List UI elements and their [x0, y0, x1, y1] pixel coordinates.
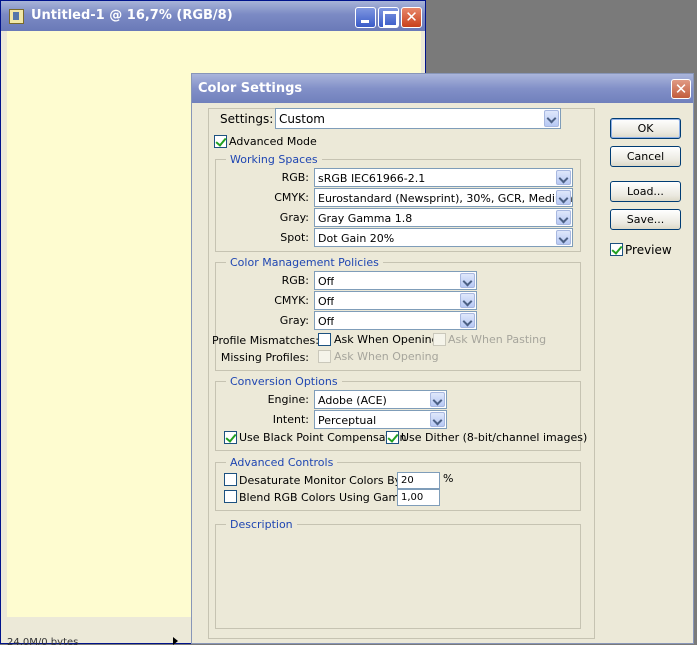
policy-cmyk-label: CMYK:	[274, 294, 309, 307]
black-point-label[interactable]: Use Black Point Compensation	[239, 431, 407, 444]
policy-rgb-select[interactable]: Off	[314, 271, 477, 290]
mismatch-ask-pasting-checkbox	[433, 333, 446, 346]
policy-cmyk-value: Off	[318, 295, 335, 308]
dialog-title: Color Settings	[198, 81, 303, 96]
policy-rgb-value: Off	[318, 275, 335, 288]
mismatch-ask-opening-label[interactable]: Ask When Opening	[334, 333, 439, 346]
ws-rgb-label: RGB:	[281, 171, 309, 184]
blend-gamma-value-field[interactable]	[398, 490, 439, 505]
intent-label: Intent:	[272, 413, 309, 426]
policy-gray-label: Gray:	[279, 314, 309, 327]
ws-gray-value: Gray Gamma 1.8	[318, 212, 413, 225]
settings-value: Custom	[279, 112, 325, 126]
black-point-checkbox[interactable]	[224, 431, 237, 444]
conversion-options-title: Conversion Options	[226, 375, 342, 388]
advanced-mode-label[interactable]: Advanced Mode	[229, 135, 317, 148]
blend-gamma-input[interactable]	[397, 489, 440, 506]
dialog-title-bar[interactable]: Color Settings ✕	[192, 74, 693, 103]
close-icon: ✕	[674, 80, 688, 98]
advanced-mode-checkbox[interactable]	[214, 135, 227, 148]
policy-gray-value: Off	[318, 315, 335, 328]
ws-rgb-value: sRGB IEC61966-2.1	[318, 172, 426, 185]
intent-select[interactable]: Perceptual	[314, 410, 447, 429]
color-settings-dialog: Color Settings ✕ Settings: Custom Advanc…	[191, 73, 694, 644]
desaturate-unit: %	[443, 472, 454, 485]
ok-button[interactable]: OK	[610, 118, 681, 139]
ws-cmyk-label: CMYK:	[274, 191, 309, 204]
chevron-down-icon[interactable]	[460, 293, 475, 308]
engine-select[interactable]: Adobe (ACE)	[314, 390, 447, 409]
engine-value: Adobe (ACE)	[318, 394, 387, 407]
chevron-down-icon[interactable]	[556, 230, 571, 245]
load-button[interactable]: Load...	[610, 181, 681, 202]
ws-spot-select[interactable]: Dot Gain 20%	[314, 228, 573, 247]
policies-title: Color Management Policies	[226, 256, 383, 269]
mismatch-ask-opening-checkbox[interactable]	[318, 333, 331, 346]
chevron-down-icon[interactable]	[556, 190, 571, 205]
desaturate-checkbox[interactable]	[224, 473, 237, 486]
chevron-down-icon[interactable]	[430, 392, 445, 407]
intent-value: Perceptual	[318, 414, 377, 427]
desaturate-value-field[interactable]	[398, 473, 439, 488]
chevron-down-icon[interactable]	[556, 170, 571, 185]
dialog-close-button[interactable]: ✕	[671, 79, 691, 99]
chevron-down-icon[interactable]	[556, 210, 571, 225]
working-spaces-title: Working Spaces	[226, 153, 322, 166]
chevron-down-icon[interactable]	[460, 313, 475, 328]
dither-checkbox[interactable]	[386, 431, 399, 444]
blend-gamma-label[interactable]: Blend RGB Colors Using Gamma:	[239, 491, 420, 504]
description-group: Description	[215, 518, 581, 629]
ws-cmyk-value: Eurostandard (Newsprint), 30%, GCR, Medi…	[318, 192, 573, 205]
cancel-button[interactable]: Cancel	[610, 146, 681, 167]
advanced-controls-title: Advanced Controls	[226, 456, 338, 469]
settings-label: Settings:	[220, 112, 274, 126]
photoshop-document-icon	[9, 9, 24, 24]
ws-gray-select[interactable]: Gray Gamma 1.8	[314, 208, 573, 227]
chevron-down-icon[interactable]	[430, 412, 445, 427]
settings-select[interactable]: Custom	[275, 108, 561, 129]
policy-gray-select[interactable]: Off	[314, 311, 477, 330]
description-title: Description	[226, 518, 297, 531]
policy-rgb-label: RGB:	[281, 274, 309, 287]
preview-label[interactable]: Preview	[625, 243, 672, 257]
missing-ask-opening-label: Ask When Opening	[334, 350, 439, 363]
profile-mismatches-label: Profile Mismatches:	[212, 334, 319, 347]
mismatch-ask-pasting-label: Ask When Pasting	[448, 333, 547, 346]
ws-gray-label: Gray:	[279, 211, 309, 224]
engine-label: Engine:	[267, 393, 309, 406]
ws-cmyk-select[interactable]: Eurostandard (Newsprint), 30%, GCR, Medi…	[314, 188, 573, 207]
preview-checkbox[interactable]	[610, 243, 623, 256]
minimize-button[interactable]	[355, 7, 376, 28]
dither-label[interactable]: Use Dither (8-bit/channel images)	[401, 431, 587, 444]
close-document-button[interactable]: ✕	[401, 7, 422, 28]
chevron-down-icon[interactable]	[544, 110, 559, 127]
document-title: Untitled-1 @ 16,7% (RGB/8)	[31, 8, 233, 23]
close-icon: ✕	[405, 8, 418, 26]
desaturate-input[interactable]	[397, 472, 440, 489]
desaturate-label[interactable]: Desaturate Monitor Colors By:	[239, 474, 404, 487]
chevron-down-icon[interactable]	[460, 273, 475, 288]
save-button[interactable]: Save...	[610, 209, 681, 230]
ws-spot-value: Dot Gain 20%	[318, 232, 395, 245]
document-title-bar[interactable]: Untitled-1 @ 16,7% (RGB/8) ✕	[1, 1, 425, 31]
blend-gamma-checkbox[interactable]	[224, 490, 237, 503]
ws-spot-label: Spot:	[280, 231, 309, 244]
missing-profiles-label: Missing Profiles:	[220, 351, 309, 364]
policy-cmyk-select[interactable]: Off	[314, 291, 477, 310]
ws-rgb-select[interactable]: sRGB IEC61966-2.1	[314, 168, 573, 187]
missing-ask-opening-checkbox	[318, 350, 331, 363]
maximize-button[interactable]	[378, 7, 399, 28]
